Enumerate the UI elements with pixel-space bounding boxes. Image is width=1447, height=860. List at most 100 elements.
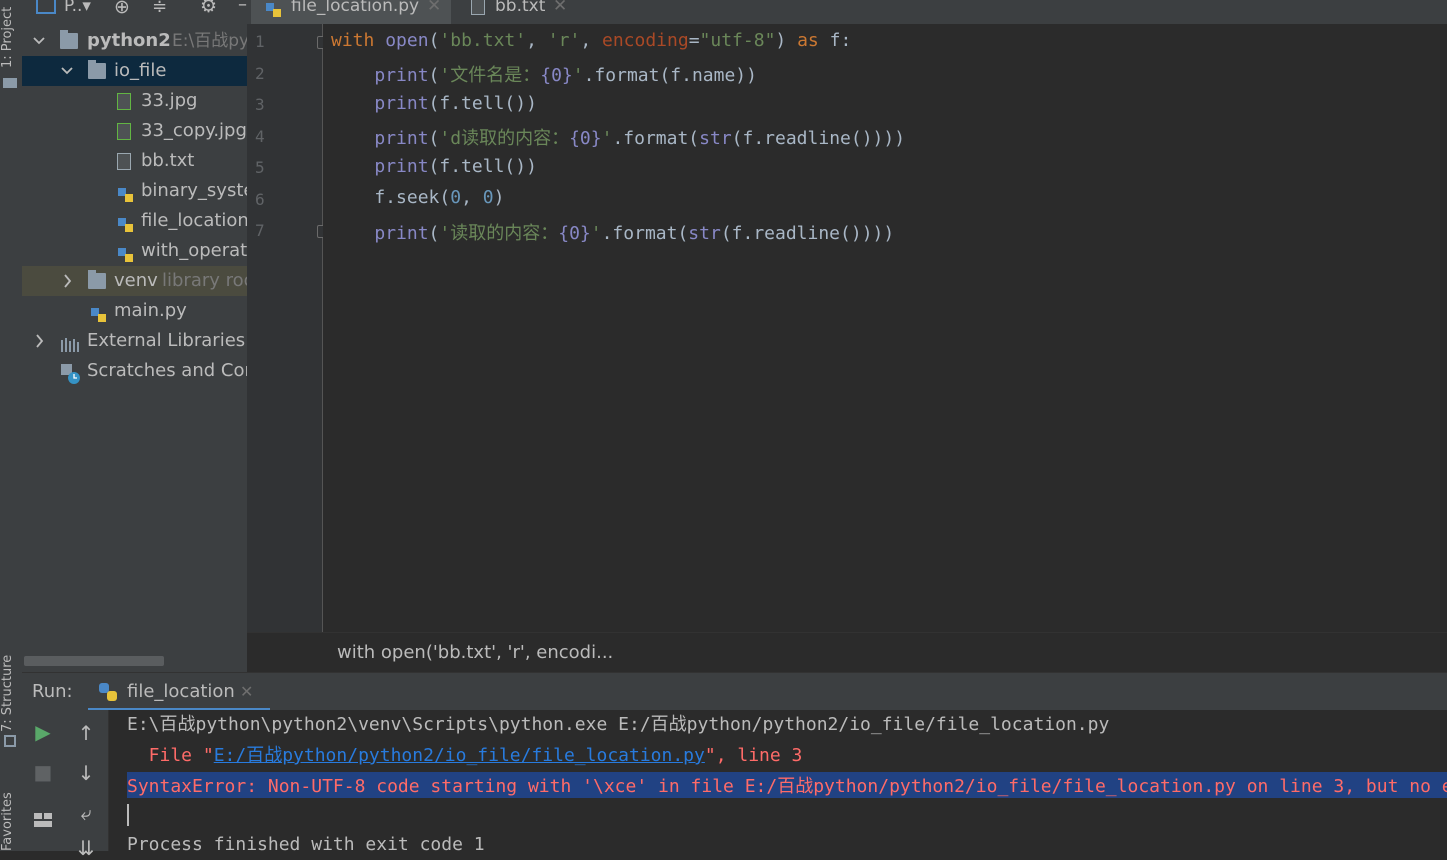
python-file-icon [265, 2, 283, 21]
arrow-down-icon[interactable]: ↓ [72, 763, 100, 783]
tree-item-file-location[interactable]: file_location. [22, 206, 247, 236]
python-file-icon [117, 243, 135, 262]
tree-item-venv[interactable]: venv library roo [22, 266, 247, 296]
left-tool-strip: 1: Project 7: Structure Favorites [0, 0, 23, 851]
structure-icon [4, 735, 16, 747]
python-icon [98, 682, 118, 707]
folder-icon [88, 60, 106, 79]
gear-icon[interactable]: ⚙ [200, 0, 217, 17]
tree-item-label: 33.jpg [141, 90, 198, 111]
tree-item-binary-system[interactable]: binary_syste [22, 176, 247, 206]
code-editor[interactable]: with open('bb.txt', 'r', encoding="utf-8… [323, 24, 1447, 632]
tree-item-label: Scratches and Cons [87, 360, 247, 381]
tab-bb-txt[interactable]: bb.txt ✕ [461, 0, 581, 24]
tab-label: file_location.py [291, 0, 420, 16]
tab-file-location-py[interactable]: file_location.py ✕ [251, 0, 451, 27]
tree-item-with-operate[interactable]: with_operate [22, 236, 247, 266]
tree-item-label: main.py [114, 300, 187, 321]
close-icon[interactable]: ✕ [553, 0, 567, 15]
tree-item-annotation: library roo [162, 270, 247, 291]
run-icon[interactable]: ▶ [29, 722, 57, 742]
tree-item-33-jpg[interactable]: 33.jpg [22, 86, 247, 116]
collapse-all-icon[interactable]: ≑ [152, 0, 167, 17]
console-exit-line: Process finished with exit code 1 [127, 834, 485, 851]
traceback-suffix: ", line 3 [704, 745, 803, 766]
code-line[interactable]: print(f.tell()) [331, 156, 537, 177]
tab-label: bb.txt [495, 0, 546, 16]
image-file-icon [117, 93, 131, 110]
code-line[interactable]: with open('bb.txt', 'r', encoding="utf-8… [331, 30, 851, 51]
favorites-tool-tab[interactable]: Favorites [0, 782, 20, 851]
run-toolbar-secondary: ↑ ↓ ⤶ ⇊ [64, 710, 109, 858]
hide-icon[interactable]: – [238, 0, 247, 15]
chevron-down-icon[interactable] [60, 56, 74, 86]
console-error-line: SyntaxError: Non-UTF-8 code starting wit… [127, 772, 1447, 798]
tree-item-label: External Libraries [87, 330, 246, 351]
traceback-file-link[interactable]: E:/百战python/python2/io_file/file_locatio… [214, 745, 705, 766]
chevron-right-icon[interactable] [60, 266, 74, 296]
tree-item-33-copy-jpg[interactable]: 33_copy.jpg [22, 116, 247, 146]
line-number: 6 [255, 190, 265, 209]
console-command-line: E:\百战python\python2\venv\Scripts\python.… [127, 714, 1110, 735]
layout-icon[interactable] [34, 812, 52, 827]
libraries-icon [60, 333, 79, 352]
chevron-right-icon[interactable] [32, 326, 46, 356]
line-number: 2 [255, 64, 265, 83]
locate-icon[interactable]: ⊕ [114, 0, 130, 18]
code-line[interactable]: print('文件名是：{0}'.format(f.name)) [331, 61, 757, 87]
line-number: 7 [255, 221, 265, 240]
tree-item-label: venv [114, 270, 158, 291]
tree-item-label: python2 [87, 30, 171, 51]
tree-item-label: bb.txt [141, 150, 195, 171]
python-file-icon [117, 213, 135, 232]
tree-item-label: with_operate [141, 240, 247, 261]
text-caret [127, 804, 129, 826]
project-view-icon [36, 0, 56, 14]
traceback-prefix: File " [127, 745, 214, 766]
tree-item-bb-txt[interactable]: bb.txt [22, 146, 247, 176]
structure-tool-tab[interactable]: 7: Structure [0, 636, 20, 732]
run-panel-header: Run: file_location ✕ [22, 672, 1447, 711]
close-icon[interactable]: ✕ [240, 682, 253, 701]
python-file-icon [117, 183, 135, 202]
stop-icon[interactable]: ■ [29, 762, 57, 782]
run-tab-label: file_location [127, 681, 235, 702]
console-output[interactable]: E:\百战python\python2\venv\Scripts\python.… [109, 710, 1447, 851]
project-toolbar: P..▾ ⊕ ≑ ⚙ – [22, 0, 247, 24]
soft-wrap-icon[interactable]: ⤶ [72, 803, 100, 823]
tree-item-scratches[interactable]: Scratches and Cons [22, 356, 247, 386]
editor-tab-bar: file_location.py ✕ bb.txt ✕ [247, 0, 1447, 27]
tree-item-python2[interactable]: python2 E:\百战py [22, 26, 247, 56]
tree-item-io-file[interactable]: io_file [22, 56, 247, 86]
line-number: 1 [255, 32, 265, 51]
code-line[interactable]: print('读取的内容：{0}'.format(str(f.readline(… [331, 219, 894, 245]
folder-icon [60, 30, 78, 49]
folder-icon [3, 78, 17, 88]
folder-icon [88, 270, 106, 289]
project-view-selector[interactable]: P..▾ [64, 0, 91, 16]
run-tab[interactable]: file_location ✕ [88, 673, 270, 711]
tree-item-path: E:\百战py [172, 31, 247, 51]
scratches-icon [60, 363, 80, 384]
tree-item-external-libraries[interactable]: External Libraries [22, 326, 247, 356]
code-line[interactable]: f.seek(0, 0) [331, 187, 504, 208]
tree-item-label: 33_copy.jpg [141, 120, 247, 141]
project-tool-tab[interactable]: 1: Project [0, 0, 20, 68]
arrow-up-icon[interactable]: ↑ [72, 723, 100, 743]
tree-item-label: binary_syste [141, 180, 247, 201]
text-file-icon [471, 0, 485, 15]
project-panel: P..▾ ⊕ ≑ ⚙ – python2 E:\百战py io_file 33.… [22, 0, 247, 672]
run-toolbar: ▶ ■ [22, 710, 64, 851]
scroll-to-end-icon[interactable]: ⇊ [72, 838, 100, 858]
console-traceback-line: File "E:/百战python/python2/io_file/file_l… [127, 741, 803, 767]
code-line[interactable]: print('d读取的内容：{0}'.format(str(f.readline… [331, 124, 905, 150]
tree-item-main-py[interactable]: main.py [22, 296, 247, 326]
line-number: 5 [255, 158, 265, 177]
image-file-icon [117, 123, 131, 140]
horizontal-scrollbar[interactable] [24, 656, 164, 666]
close-icon[interactable]: ✕ [427, 0, 441, 15]
chevron-down-icon[interactable] [32, 26, 46, 56]
code-line[interactable]: print(f.tell()) [331, 93, 537, 114]
line-number-gutter: 1 2 3 4 5 6 7 [247, 24, 329, 632]
breadcrumb-item[interactable]: with open('bb.txt', 'r', encodi... [337, 642, 613, 663]
